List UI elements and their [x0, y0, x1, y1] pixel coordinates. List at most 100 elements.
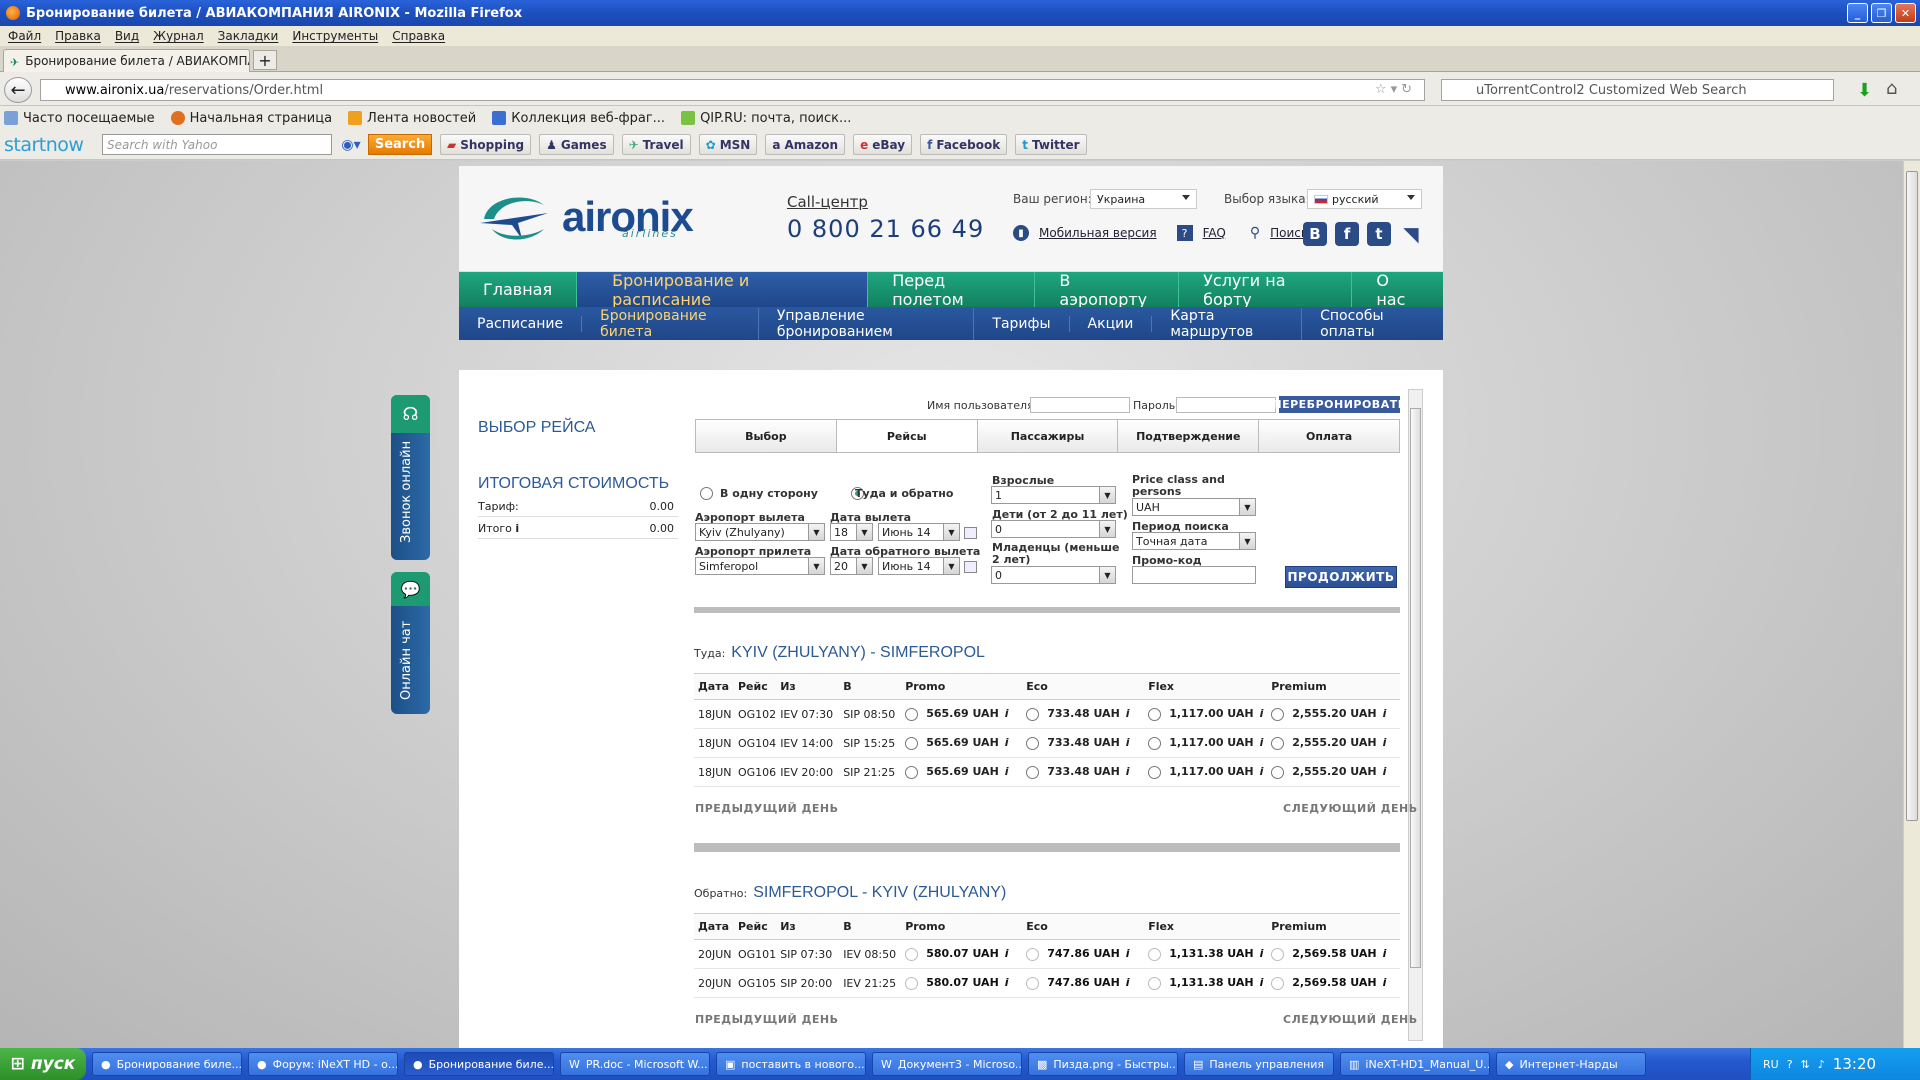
submenu-payment-methods[interactable]: Способы оплаты — [1302, 308, 1443, 340]
info-icon[interactable]: i — [1260, 976, 1264, 989]
taskbar-item[interactable]: ▣ поставить в нового... — [716, 1052, 866, 1076]
fare-radio[interactable] — [1271, 736, 1285, 750]
minimize-button[interactable]: _ — [1847, 3, 1868, 23]
taskbar-item[interactable]: ◆ Интернет-Нарды — [1496, 1052, 1646, 1076]
info-icon[interactable]: i — [1005, 736, 1009, 749]
password-input[interactable] — [1176, 397, 1276, 413]
search-button[interactable]: Search — [368, 134, 432, 155]
menu-item-about[interactable]: О нас — [1352, 271, 1443, 309]
call-center-label[interactable]: Call-центр — [787, 193, 868, 211]
taskbar-item[interactable]: ● Бронирование биле... — [92, 1052, 242, 1076]
menu-file[interactable]: Файл — [8, 29, 41, 43]
fare-radio[interactable] — [905, 765, 919, 779]
return-day-select[interactable]: 20 ▼ — [830, 557, 873, 575]
menu-item-airport[interactable]: В аэропорту — [1035, 271, 1180, 309]
info-icon[interactable]: i — [1005, 947, 1009, 960]
search-engine-selector[interactable]: ◉▾ — [336, 134, 366, 155]
fare-radio[interactable] — [1271, 707, 1285, 721]
fare-radio[interactable] — [1026, 707, 1040, 721]
network-icon[interactable]: ⇅ — [1801, 1058, 1810, 1071]
restore-button[interactable]: ❐ — [1871, 3, 1892, 23]
children-select[interactable]: 0 ▼ — [991, 520, 1116, 538]
step-choice[interactable]: Выбор — [696, 420, 837, 452]
submenu-fares[interactable]: Тарифы — [974, 315, 1070, 332]
next-day-link[interactable]: СЛЕДУЮЩИЙ ДЕНЬ — [1283, 1013, 1418, 1026]
info-icon[interactable]: i — [1260, 765, 1264, 778]
calendar-icon[interactable] — [964, 561, 977, 573]
content-scrollbar[interactable] — [1408, 389, 1423, 1041]
fare-radio[interactable] — [905, 707, 919, 721]
info-icon[interactable]: i — [1005, 707, 1009, 720]
submenu-manage-booking[interactable]: Управление бронированием — [759, 307, 975, 340]
menu-item-booking[interactable]: Бронирование и расписание — [577, 271, 869, 309]
fare-radio[interactable] — [1271, 976, 1285, 990]
promo-code-input[interactable] — [1132, 566, 1256, 584]
taskbar-item[interactable]: W Документ3 - Microso... — [872, 1052, 1022, 1076]
fare-radio[interactable] — [1148, 707, 1162, 721]
games-link[interactable]: ♟ Games — [539, 134, 614, 155]
departure-month-select[interactable]: Июнь 14 ▼ — [878, 523, 960, 541]
previous-day-link[interactable]: ПРЕДЫДУЩИЙ ДЕНЬ — [695, 1013, 838, 1026]
menu-help[interactable]: Справка — [392, 29, 445, 43]
taskbar-item[interactable]: ● Форум: iNeXT HD - о... — [248, 1052, 398, 1076]
info-icon[interactable]: i — [1126, 765, 1130, 778]
rss-icon[interactable]: ◥ — [1399, 222, 1423, 246]
fare-radio[interactable] — [905, 976, 919, 990]
taskbar-item-active[interactable]: ● Бронирование биле... — [404, 1052, 554, 1076]
aironix-logo-icon[interactable] — [478, 189, 554, 245]
language-select[interactable]: русский — [1307, 189, 1422, 209]
close-button[interactable]: ✕ — [1895, 3, 1916, 23]
info-icon[interactable]: i — [1126, 736, 1130, 749]
currency-select[interactable]: UAH ▼ — [1132, 498, 1256, 516]
bookmark-item[interactable]: QIP.RU: почта, поиск... — [681, 111, 851, 126]
new-tab-button[interactable]: + — [253, 50, 277, 70]
info-icon[interactable]: i — [1260, 736, 1264, 749]
fare-radio[interactable] — [1271, 765, 1285, 779]
info-icon[interactable]: i — [1383, 765, 1387, 778]
region-select[interactable]: Украина — [1090, 189, 1197, 209]
facebook-icon[interactable]: f — [1335, 222, 1359, 246]
amazon-link[interactable]: a Amazon — [765, 134, 846, 155]
taskbar-item[interactable]: ▥ iNeXT-HD1_Manual_U... — [1340, 1052, 1490, 1076]
menu-edit[interactable]: Правка — [55, 29, 101, 43]
info-icon[interactable]: i — [1126, 707, 1130, 720]
info-icon[interactable]: i — [1126, 976, 1130, 989]
search-period-select[interactable]: Точная дата ▼ — [1132, 532, 1256, 550]
step-passengers[interactable]: Пассажиры — [977, 420, 1119, 452]
fare-radio[interactable] — [1271, 947, 1285, 961]
fare-radio[interactable] — [1026, 736, 1040, 750]
step-flights[interactable]: Рейсы — [836, 420, 978, 452]
help-icon[interactable]: ? — [1787, 1058, 1793, 1071]
mobile-version-link[interactable]: Мобильная версия — [1039, 226, 1157, 240]
shopping-link[interactable]: ▰ Shopping — [440, 134, 532, 155]
submenu-promotions[interactable]: Акции — [1070, 315, 1153, 332]
return-month-select[interactable]: Июнь 14 ▼ — [878, 557, 960, 575]
rebook-button[interactable]: ПЕРЕБРОНИРОВАТЬ — [1272, 396, 1406, 413]
menu-tools[interactable]: Инструменты — [292, 29, 378, 43]
bookmark-item[interactable]: Коллекция веб-фраг... — [492, 111, 665, 126]
info-icon[interactable]: i — [1383, 736, 1387, 749]
yahoo-search-input[interactable]: Search with Yahoo — [102, 134, 332, 155]
menu-history[interactable]: Журнал — [153, 29, 204, 43]
previous-day-link[interactable]: ПРЕДЫДУЩИЙ ДЕНЬ — [695, 802, 838, 815]
fare-radio[interactable] — [1148, 765, 1162, 779]
content-scrollbar-thumb[interactable] — [1410, 408, 1421, 968]
info-icon[interactable]: i — [515, 522, 519, 535]
browser-tab[interactable]: ✈ Бронирование билета / АВИАКОМПАНИЯ ... — [3, 49, 250, 72]
submenu-route-map[interactable]: Карта маршрутов — [1152, 307, 1303, 340]
username-input[interactable] — [1030, 397, 1130, 413]
info-icon[interactable]: i — [1005, 765, 1009, 778]
fare-radio[interactable] — [905, 736, 919, 750]
bookmark-item[interactable]: Часто посещаемые — [4, 111, 155, 126]
info-icon[interactable]: i — [1383, 947, 1387, 960]
scrollbar-thumb[interactable] — [1906, 171, 1918, 821]
tumblr-icon[interactable]: t — [1367, 222, 1391, 246]
submenu-book-ticket[interactable]: Бронирование билета — [582, 307, 759, 340]
clock[interactable]: 13:20 — [1833, 1055, 1876, 1073]
fare-radio[interactable] — [1148, 736, 1162, 750]
menu-view[interactable]: Вид — [115, 29, 139, 43]
keyboard-language[interactable]: RU — [1763, 1058, 1779, 1071]
bookmark-item[interactable]: Лента новостей — [348, 111, 476, 126]
back-button[interactable]: ← — [4, 77, 32, 103]
info-icon[interactable]: i — [1383, 707, 1387, 720]
